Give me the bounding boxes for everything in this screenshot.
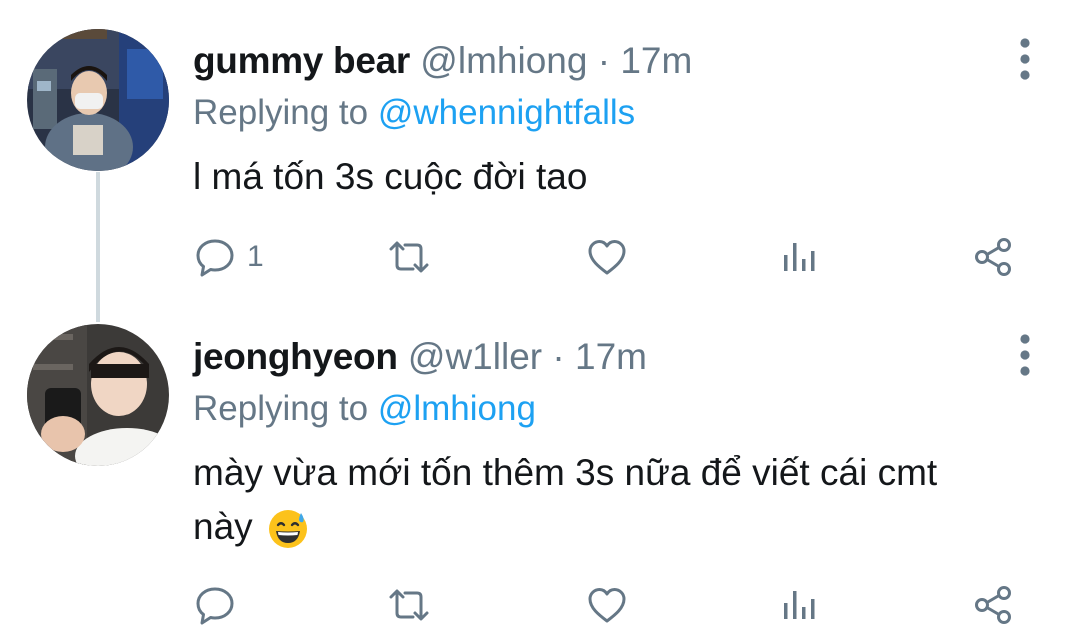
tweet-text-line: này [193,506,253,547]
reply-icon [196,587,234,625]
display-name[interactable]: jeonghyeon [193,336,398,377]
retweet-button[interactable] [385,232,433,282]
like-button[interactable] [585,232,629,282]
replying-to-line: Replying to @whennightfalls [193,88,990,138]
user-handle[interactable]: @lmhiong [420,40,587,81]
user-handle[interactable]: @w1ller [408,336,542,377]
share-icon [975,586,1011,624]
analytics-icon [784,591,815,619]
tweet-header: gummy bear @lmhiong · 17m [193,34,990,88]
avatar[interactable] [27,29,169,171]
replying-to-label: Replying to [193,389,369,428]
share-button[interactable] [971,232,1015,282]
replying-to-mention[interactable]: @lmhiong [378,389,536,428]
heart-icon [588,240,626,275]
tweet-text: l má tốn 3s cuộc đời tao [193,150,990,204]
retweet-button[interactable] [385,580,433,630]
tweet-text-line-last: này [193,500,990,554]
reply-count: 1 [247,240,264,273]
reply-thread: gummy bear @lmhiong · 17m Replying to @w… [0,0,1080,640]
tweet-header: jeonghyeon @w1ller · 17m [193,330,990,384]
view-analytics-button[interactable] [779,580,819,630]
more-vertical-icon [1020,334,1030,376]
tweet-text-line: mày vừa mới tốn thêm 3s nữa để viết cái … [193,452,938,493]
tweet-text: mày vừa mới tốn thêm 3s nữa để viết cái … [193,446,990,554]
timestamp[interactable]: 17m [620,40,692,81]
reply-button[interactable]: 1 [193,232,264,282]
analytics-icon [784,243,815,271]
replying-to-label: Replying to [193,93,369,132]
separator-dot: · [597,40,611,81]
tweet-actions: 1 [193,232,1023,282]
replying-to-line: Replying to @lmhiong [193,384,990,434]
tweet-text-line: l má tốn 3s cuộc đời tao [193,156,588,197]
tweet-actions [193,580,1023,630]
reply-button[interactable] [193,580,247,630]
more-options-button[interactable] [1010,34,1040,84]
retweet-icon [389,589,429,621]
tweet-content: jeonghyeon @w1ller · 17m Replying to @lm… [193,330,990,554]
like-button[interactable] [585,580,629,630]
grinning-face-with-sweat-icon [268,510,307,549]
display-name[interactable]: gummy bear [193,40,410,81]
tweet-content: gummy bear @lmhiong · 17m Replying to @w… [193,34,990,204]
separator-dot: · [552,336,565,377]
avatar[interactable] [27,324,169,466]
more-vertical-icon [1020,38,1030,80]
share-button[interactable] [971,580,1015,630]
tweet-gummy-bear[interactable]: gummy bear @lmhiong · 17m Replying to @w… [0,0,1080,300]
timestamp[interactable]: 17m [575,336,647,377]
share-icon [975,238,1011,276]
retweet-icon [389,241,429,273]
more-options-button[interactable] [1010,330,1040,380]
heart-icon [588,588,626,623]
view-analytics-button[interactable] [779,232,819,282]
tweet-jeonghyeon[interactable]: jeonghyeon @w1ller · 17m Replying to @lm… [0,300,1080,640]
reply-icon [196,239,234,277]
replying-to-mention[interactable]: @whennightfalls [378,93,635,132]
